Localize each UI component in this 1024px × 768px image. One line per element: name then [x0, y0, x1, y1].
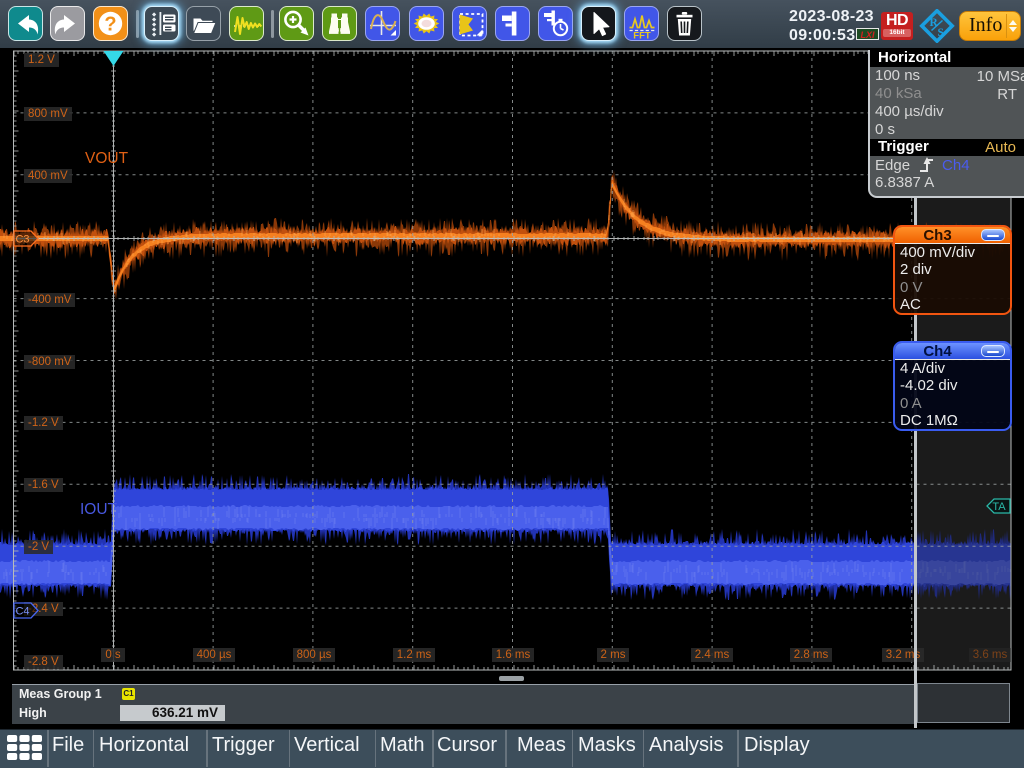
svg-text:?: ?: [104, 13, 116, 35]
svg-text:S: S: [938, 27, 944, 39]
svg-text:TA: TA: [992, 501, 1006, 513]
svg-text:C3: C3: [15, 234, 29, 246]
svg-text:C4: C4: [15, 606, 29, 618]
svg-text:FFT: FFT: [633, 30, 651, 41]
